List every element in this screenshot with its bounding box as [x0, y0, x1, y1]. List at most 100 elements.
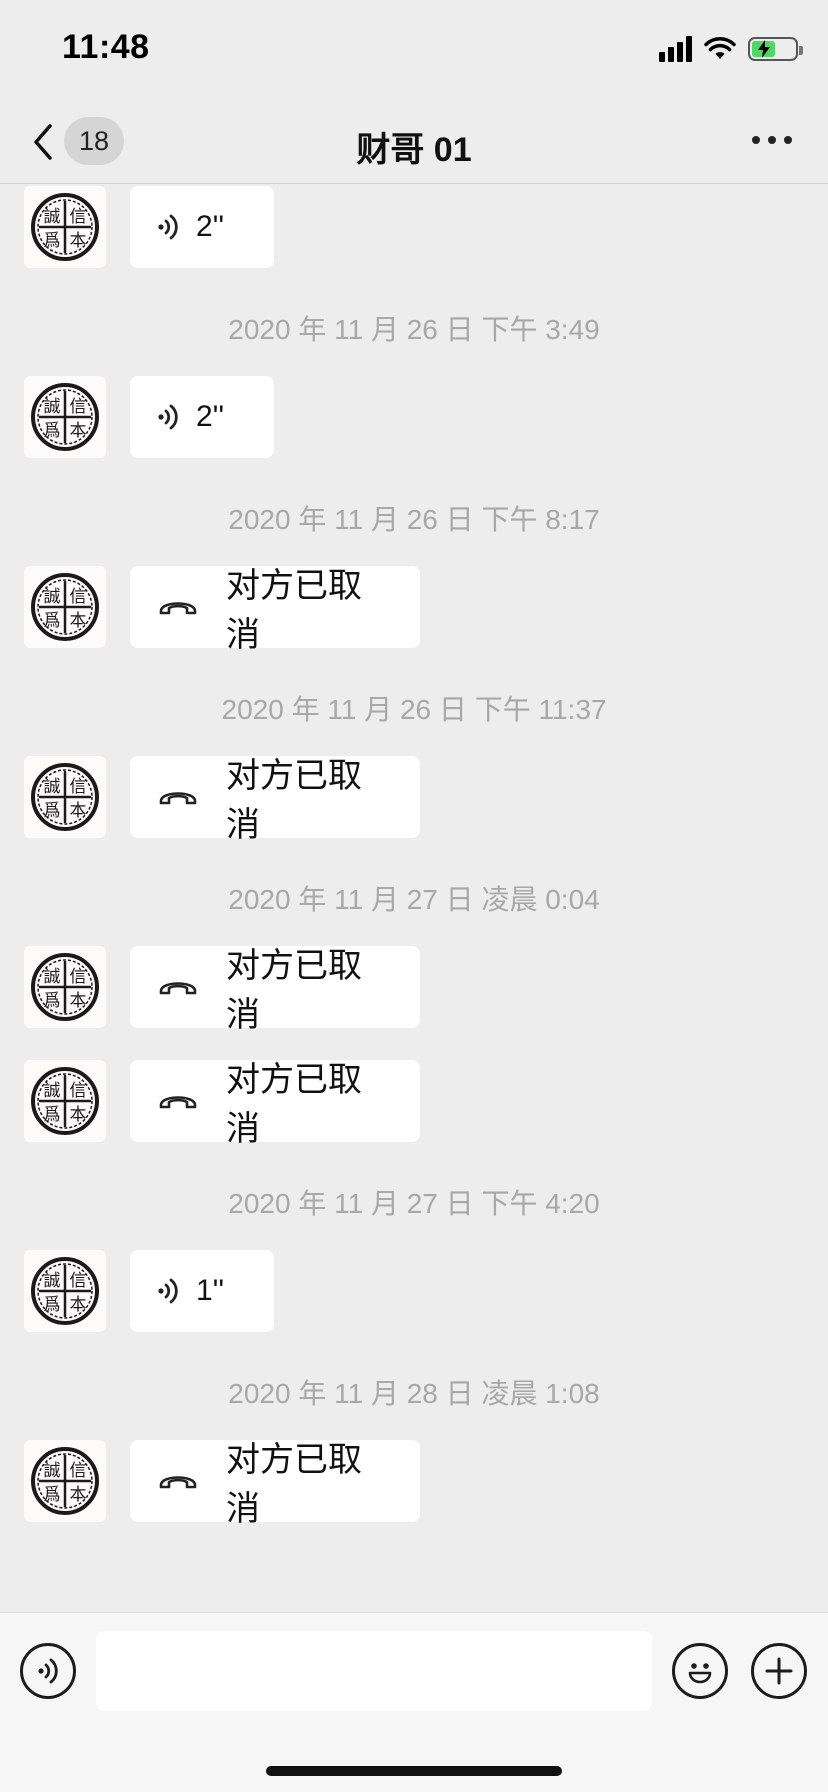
- message-timestamp: 2020 年 11 月 27 日 凌晨 0:04: [228, 884, 600, 915]
- voice-message-row: 誠信爲本 1'': [24, 1250, 804, 1332]
- hangup-phone-icon: [158, 1470, 198, 1492]
- message-timestamp: 2020 年 11 月 28 日 凌晨 1:08: [228, 1378, 600, 1409]
- seal-avatar-icon: 誠信爲本: [31, 1447, 99, 1515]
- seal-char-br: 本: [70, 231, 87, 251]
- seal-char-tr: 信: [70, 587, 87, 607]
- voice-wave-icon: [156, 402, 182, 432]
- emoji-button[interactable]: [672, 1643, 728, 1699]
- seal-char-tl: 誠: [44, 1461, 61, 1481]
- voice-wave-icon: [156, 212, 182, 242]
- chat-title: 财哥 01: [356, 131, 472, 169]
- seal-char-br: 本: [70, 421, 87, 441]
- hangup-phone-icon: [159, 792, 197, 805]
- call-message-row: 誠信爲本 对方已取消: [24, 946, 804, 1034]
- seal-char-tl: 誠: [44, 1081, 61, 1101]
- seal-avatar-icon: 誠信爲本: [31, 1067, 99, 1135]
- avatar[interactable]: 誠信爲本: [24, 1440, 106, 1522]
- message-timestamp: 2020 年 11 月 26 日 下午 8:17: [228, 504, 600, 535]
- seal-char-bl: 爲: [44, 991, 61, 1011]
- signal-icon: [659, 36, 692, 62]
- call-record-bubble[interactable]: 对方已取消: [130, 1440, 420, 1528]
- voice-message-bubble[interactable]: 2'': [130, 376, 274, 458]
- seal-avatar-icon: 誠信爲本: [31, 953, 99, 1021]
- hangup-phone-icon: [159, 602, 197, 615]
- seal-avatar-icon: 誠信爲本: [31, 383, 99, 451]
- hangup-phone-icon: [159, 1096, 197, 1109]
- call-status-text: 对方已取消: [226, 567, 362, 654]
- seal-char-tl: 誠: [44, 1271, 61, 1291]
- hangup-phone-icon: [159, 1476, 197, 1489]
- seal-char-tl: 誠: [44, 777, 61, 797]
- call-record-bubble[interactable]: 对方已取消: [130, 1060, 420, 1148]
- avatar[interactable]: 誠信爲本: [24, 1060, 106, 1142]
- seal-char-bl: 爲: [44, 1485, 61, 1505]
- call-message-row: 誠信爲本 对方已取消: [24, 566, 804, 654]
- call-message-row: 誠信爲本 对方已取消: [24, 1060, 804, 1148]
- plus-icon: [765, 1657, 793, 1685]
- home-indicator: [266, 1766, 562, 1776]
- voice-wave-icon: [158, 214, 178, 240]
- hangup-phone-icon: [158, 596, 198, 618]
- seal-char-br: 本: [70, 1295, 87, 1315]
- more-functions-button[interactable]: [751, 1643, 807, 1699]
- voice-duration: 1'': [196, 1274, 225, 1307]
- seal-char-tl: 誠: [44, 207, 61, 227]
- emoji-icon: [688, 1663, 712, 1684]
- call-record-bubble[interactable]: 对方已取消: [130, 946, 420, 1034]
- voice-input-icon: [38, 1658, 58, 1684]
- avatar[interactable]: 誠信爲本: [24, 946, 106, 1028]
- call-record-bubble[interactable]: 对方已取消: [130, 566, 420, 654]
- voice-duration: 2'': [196, 210, 225, 243]
- seal-char-tr: 信: [70, 207, 87, 227]
- voice-message-bubble[interactable]: 1'': [130, 1250, 274, 1332]
- seal-avatar-icon: 誠信爲本: [31, 1257, 99, 1325]
- status-icons: [659, 34, 803, 64]
- voice-message-bubble[interactable]: 2'': [130, 186, 274, 268]
- seal-char-tr: 信: [70, 1461, 87, 1481]
- seal-char-br: 本: [70, 611, 87, 631]
- message-timestamp: 2020 年 11 月 26 日 下午 11:37: [221, 694, 607, 725]
- seal-avatar-icon: 誠信爲本: [31, 193, 99, 261]
- call-message-row: 誠信爲本 对方已取消: [24, 756, 804, 844]
- call-status-text: 对方已取消: [226, 1061, 362, 1148]
- seal-char-bl: 爲: [44, 1295, 61, 1315]
- seal-avatar-icon: 誠信爲本: [31, 573, 99, 641]
- battery-charging-icon: [748, 37, 803, 61]
- seal-char-tr: 信: [70, 1271, 87, 1291]
- seal-char-bl: 爲: [44, 1105, 61, 1125]
- seal-char-br: 本: [70, 801, 87, 821]
- voice-wave-icon: [156, 1276, 182, 1306]
- call-status-text: 对方已取消: [226, 947, 362, 1034]
- call-record-bubble[interactable]: 对方已取消: [130, 756, 420, 844]
- seal-char-tl: 誠: [44, 587, 61, 607]
- status-time: 11:48: [62, 28, 150, 66]
- seal-char-bl: 爲: [44, 801, 61, 821]
- message-timestamp: 2020 年 11 月 26 日 下午 3:49: [228, 314, 600, 345]
- hangup-phone-icon: [158, 976, 198, 998]
- more-button[interactable]: [752, 136, 792, 144]
- input-bar: [0, 1612, 828, 1792]
- voice-wave-icon: [158, 404, 178, 430]
- hangup-phone-icon: [158, 786, 198, 808]
- voice-input-button[interactable]: [20, 1643, 76, 1699]
- seal-char-tl: 誠: [44, 397, 61, 417]
- seal-char-tr: 信: [70, 967, 87, 987]
- voice-message-row: 誠信爲本 2'': [24, 376, 804, 458]
- avatar[interactable]: 誠信爲本: [24, 1250, 106, 1332]
- avatar[interactable]: 誠信爲本: [24, 566, 106, 648]
- hangup-phone-icon: [158, 1090, 198, 1112]
- voice-duration: 2'': [196, 400, 225, 433]
- seal-char-tr: 信: [70, 397, 87, 417]
- wifi-icon: [704, 37, 736, 59]
- more-dots-icon: [752, 136, 760, 144]
- call-message-row: 誠信爲本 对方已取消: [24, 1440, 804, 1528]
- chat-message-list[interactable]: 誠信爲本 2'' 2020 年 11 月 26 日 下午 3:49 誠信爲本 2'' 20…: [0, 185, 828, 1612]
- seal-char-tr: 信: [70, 1081, 87, 1101]
- message-input[interactable]: [96, 1631, 652, 1711]
- seal-char-br: 本: [70, 1105, 87, 1125]
- avatar[interactable]: 誠信爲本: [24, 186, 106, 268]
- avatar[interactable]: 誠信爲本: [24, 376, 106, 458]
- message-timestamp: 2020 年 11 月 27 日 下午 4:20: [228, 1188, 600, 1219]
- avatar[interactable]: 誠信爲本: [24, 756, 106, 838]
- seal-char-bl: 爲: [44, 611, 61, 631]
